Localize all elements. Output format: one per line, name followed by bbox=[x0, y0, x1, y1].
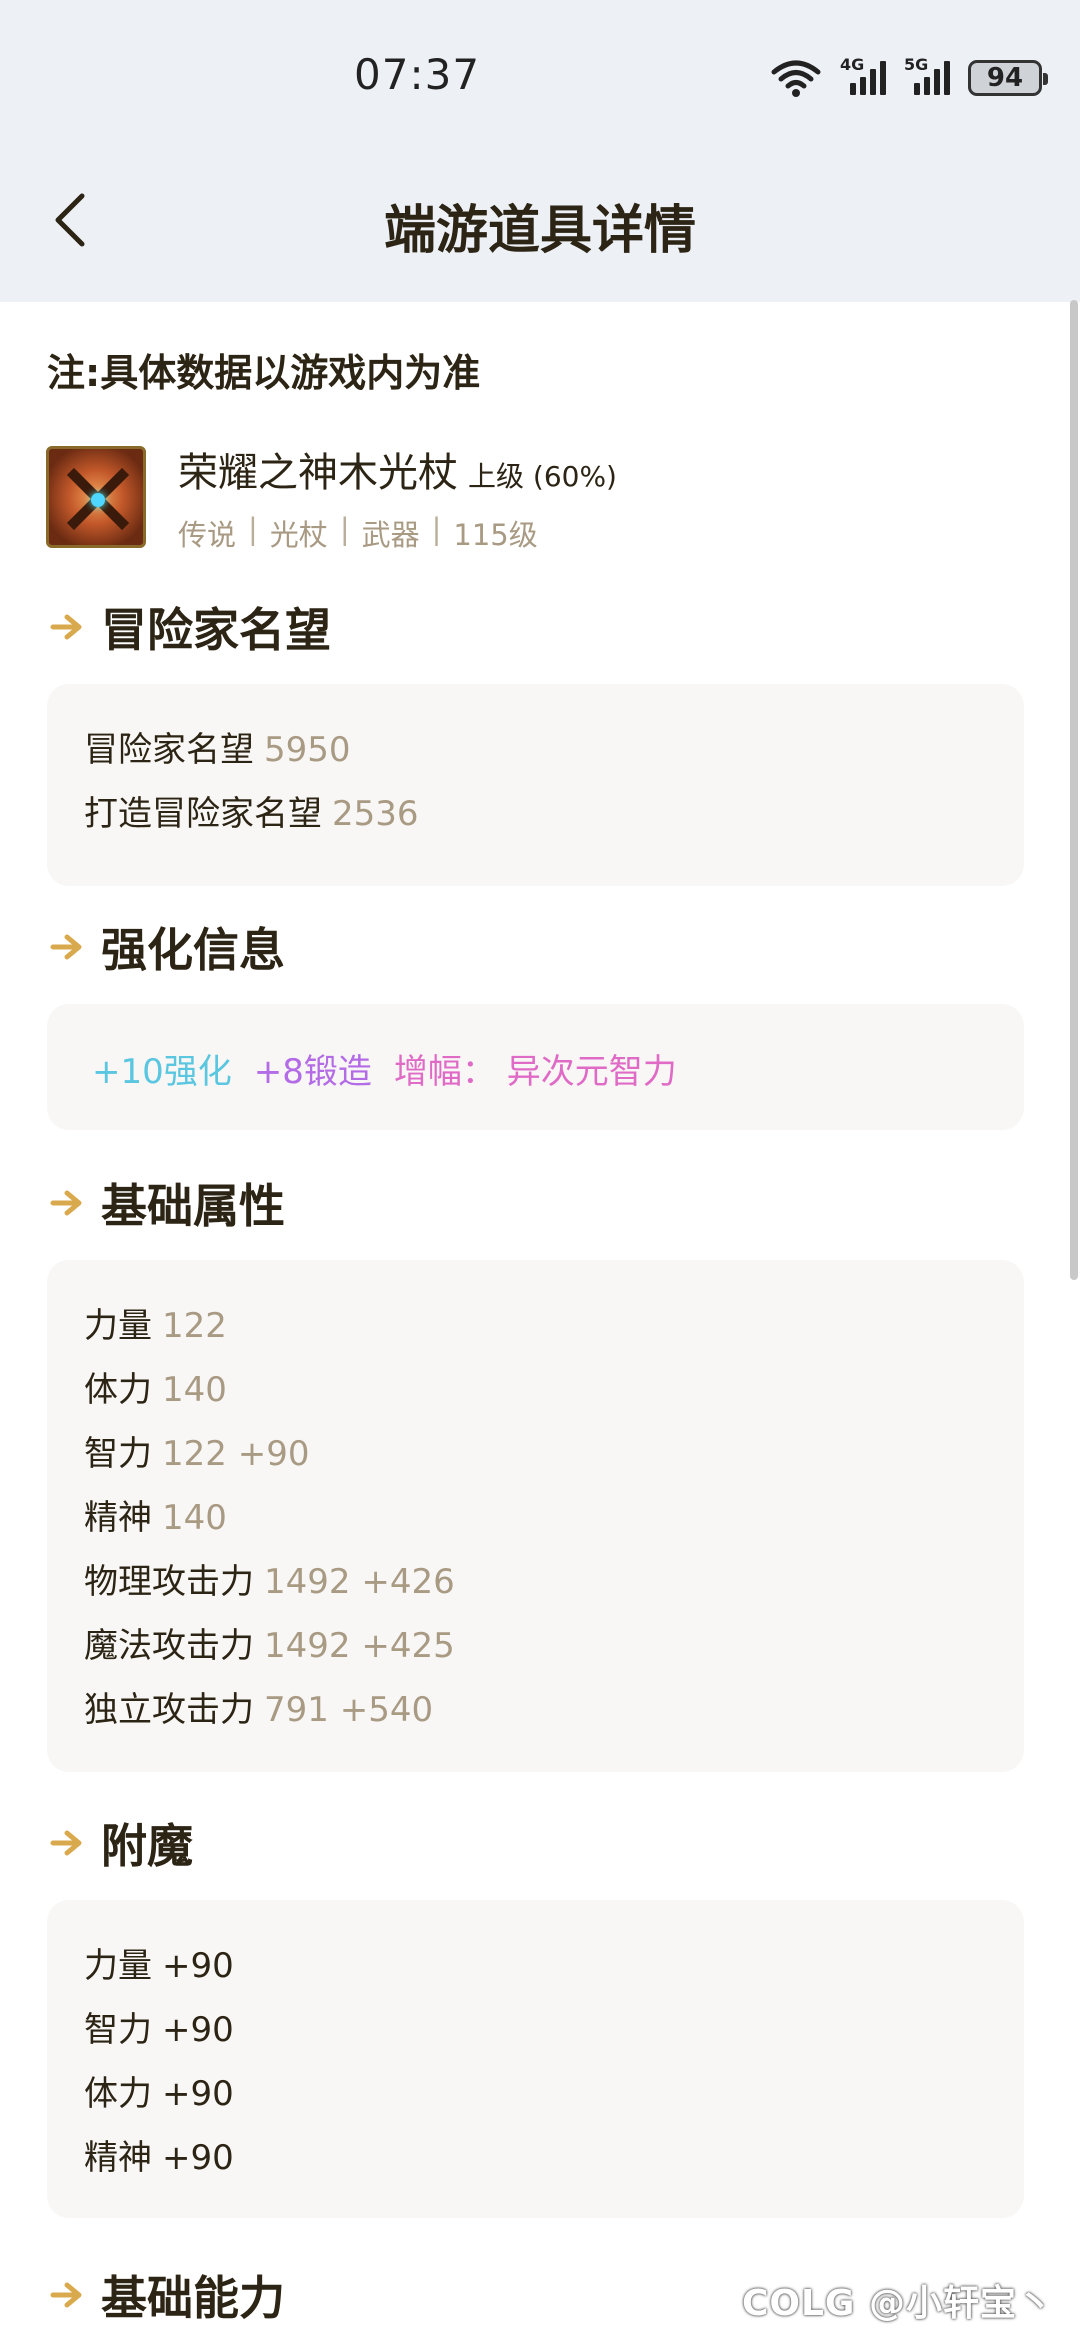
section-title-enhance-text: 强化信息 bbox=[101, 923, 285, 977]
amplify-info: 增幅： 异次元智力 bbox=[393, 1052, 677, 1092]
craft-fame-label: 打造冒险家名望 bbox=[84, 794, 322, 834]
fame-label: 冒险家名望 bbox=[84, 730, 254, 770]
item-name-row: 荣耀之神木光杖 上级 (60%) bbox=[178, 440, 617, 498]
reinforce-level: +10强化 bbox=[92, 1052, 232, 1092]
section-title-ability-text: 基础能力 bbox=[101, 2271, 285, 2325]
fame-row: 冒险家名望 5950 bbox=[84, 722, 351, 771]
attr-label: 物理攻击力 bbox=[84, 1562, 254, 1602]
wifi-icon bbox=[771, 60, 821, 97]
battery-level: 94 bbox=[986, 63, 1024, 93]
attr-row-ind-atk: 独立攻击力 791 +540 bbox=[84, 1682, 433, 1731]
disclaimer-note: 注:具体数据以游戏内为准 bbox=[47, 351, 481, 395]
enchant-label: 体力 bbox=[84, 2074, 152, 2114]
item-tags: 传说 | 光杖 | 武器 | 115级 bbox=[178, 512, 538, 552]
signal-4g-label: 4G bbox=[840, 55, 865, 74]
enhance-row: +10强化 +8锻造 增幅： 异次元智力 bbox=[92, 1044, 677, 1093]
attr-row-vit: 体力 140 bbox=[84, 1362, 227, 1411]
section-title-enchant: 附魔 bbox=[47, 1810, 193, 1876]
battery-icon: 94 bbox=[968, 60, 1048, 96]
signal-4g-icon: 4G bbox=[840, 55, 886, 95]
fame-value: 5950 bbox=[264, 730, 351, 770]
top-bar: 07:37 4G 5G 94 端游道具详情 bbox=[0, 0, 1080, 302]
status-time: 07:37 bbox=[354, 50, 481, 99]
enhance-card: +10强化 +8锻造 增幅： 异次元智力 bbox=[47, 1004, 1024, 1130]
section-title-base: 基础属性 bbox=[47, 1170, 285, 1236]
enchant-row-vit: 体力 +90 bbox=[84, 2066, 234, 2115]
fame-card: 冒险家名望 5950 打造冒险家名望 2536 bbox=[47, 684, 1024, 886]
content-area[interactable]: 注:具体数据以游戏内为准 荣耀之神木光杖 上级 (60%) 传说 | 光杖 | … bbox=[0, 302, 1080, 2340]
item-tag-level: 115级 bbox=[453, 518, 538, 552]
arrow-right-icon bbox=[50, 2282, 82, 2308]
attr-row-str: 力量 122 bbox=[84, 1298, 227, 1347]
section-title-fame: 冒险家名望 bbox=[47, 594, 331, 660]
attr-value: 791 +540 bbox=[264, 1690, 434, 1730]
section-title-enhance: 强化信息 bbox=[47, 914, 285, 980]
enchant-row-spr: 精神 +90 bbox=[84, 2130, 234, 2179]
attr-row-mag-atk: 魔法攻击力 1492 +425 bbox=[84, 1618, 455, 1667]
arrow-right-icon bbox=[50, 934, 82, 960]
section-title-base-text: 基础属性 bbox=[101, 1179, 285, 1233]
arrow-right-icon bbox=[50, 1190, 82, 1216]
item-tag-slot: 武器 bbox=[361, 518, 420, 552]
attr-value: 122 bbox=[162, 1306, 227, 1346]
attr-label: 魔法攻击力 bbox=[84, 1626, 254, 1666]
enchant-card: 力量 +90 智力 +90 体力 +90 精神 +90 bbox=[47, 1900, 1024, 2218]
enchant-label: 力量 bbox=[84, 1946, 152, 1986]
enchant-label: 智力 bbox=[84, 2010, 152, 2050]
watermark: COLG @小轩宝丶 bbox=[741, 2283, 1054, 2324]
item-grade: 上级 (60%) bbox=[468, 460, 617, 493]
item-tag-rarity: 传说 bbox=[178, 518, 237, 552]
attr-row-phys-atk: 物理攻击力 1492 +426 bbox=[84, 1554, 455, 1603]
base-attr-card: 力量 122 体力 140 智力 122 +90 精神 140 物理攻击力 1492 +4… bbox=[47, 1260, 1024, 1772]
section-title-fame-text: 冒险家名望 bbox=[101, 603, 331, 657]
enchant-value: +90 bbox=[162, 2074, 234, 2114]
forge-level: +8锻造 bbox=[253, 1052, 372, 1092]
craft-fame-value: 2536 bbox=[332, 794, 419, 834]
attr-value: 122 +90 bbox=[162, 1434, 310, 1474]
arrow-right-icon bbox=[50, 614, 82, 640]
craft-fame-row: 打造冒险家名望 2536 bbox=[84, 786, 419, 835]
attr-label: 力量 bbox=[84, 1306, 152, 1346]
attr-value: 1492 +425 bbox=[264, 1626, 455, 1666]
attr-row-int: 智力 122 +90 bbox=[84, 1426, 309, 1475]
attr-label: 智力 bbox=[84, 1434, 152, 1474]
enchant-row-int: 智力 +90 bbox=[84, 2002, 234, 2051]
attr-value: 1492 +426 bbox=[264, 1562, 455, 1602]
status-icons: 4G 5G 94 bbox=[770, 54, 1048, 102]
signal-5g-icon: 5G bbox=[904, 55, 950, 95]
attr-value: 140 bbox=[162, 1370, 227, 1410]
enchant-value: +90 bbox=[162, 2138, 234, 2178]
enchant-value: +90 bbox=[162, 1946, 234, 1986]
item-name: 荣耀之神木光杖 bbox=[178, 450, 458, 496]
enchant-label: 精神 bbox=[84, 2138, 152, 2178]
arrow-right-icon bbox=[50, 1830, 82, 1856]
enchant-value: +90 bbox=[162, 2010, 234, 2050]
scrollbar[interactable] bbox=[1070, 300, 1078, 1280]
section-title-ability: 基础能力 bbox=[47, 2262, 285, 2328]
attr-label: 体力 bbox=[84, 1370, 152, 1410]
attr-value: 140 bbox=[162, 1498, 227, 1538]
item-tag-type: 光杖 bbox=[269, 518, 328, 552]
item-image bbox=[46, 446, 146, 548]
attr-label: 独立攻击力 bbox=[84, 1690, 254, 1730]
signal-5g-label: 5G bbox=[904, 55, 929, 74]
enchant-row-str: 力量 +90 bbox=[84, 1938, 234, 1987]
attr-row-spr: 精神 140 bbox=[84, 1490, 227, 1539]
attr-label: 精神 bbox=[84, 1498, 152, 1538]
section-title-enchant-text: 附魔 bbox=[101, 1819, 193, 1873]
page-title: 端游道具详情 bbox=[383, 201, 696, 261]
